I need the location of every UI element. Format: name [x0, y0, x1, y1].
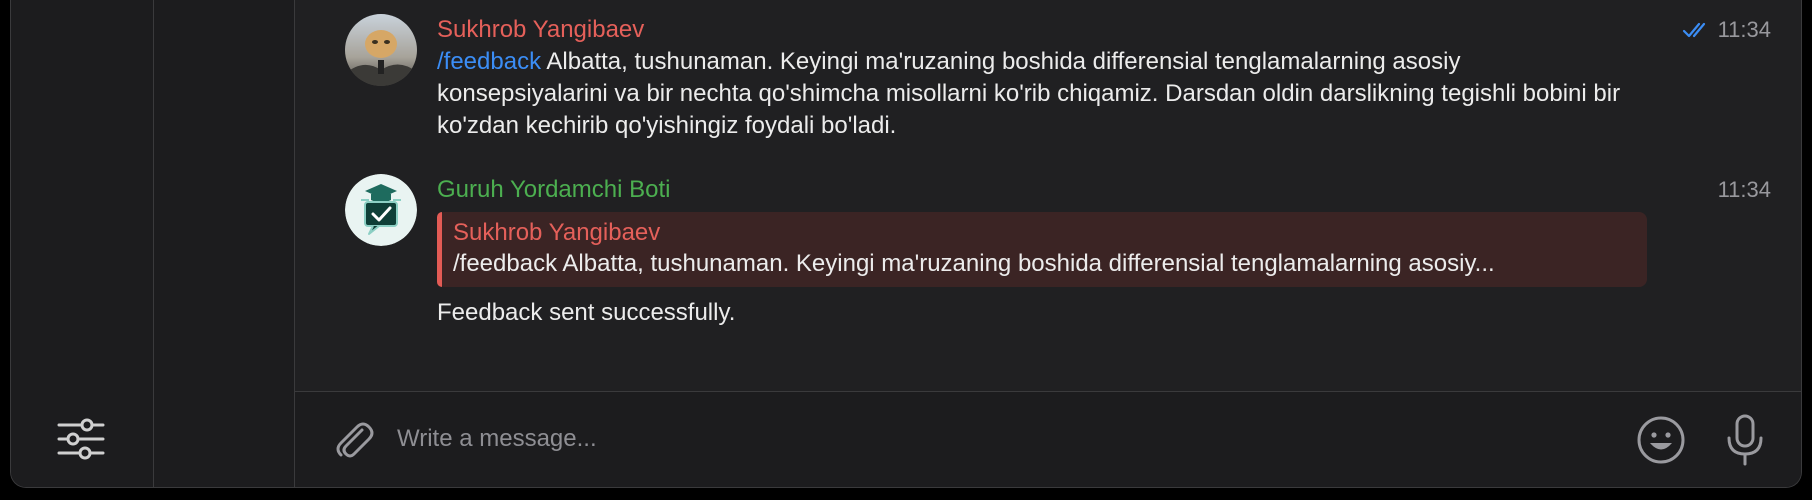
message-meta: 11:34 [1718, 174, 1771, 206]
message-input[interactable] [395, 414, 1399, 464]
reply-quote[interactable]: Sukhrob Yangibaev /feedback Albatta, tus… [437, 212, 1647, 287]
message-content: Guruh Yordamchi Boti 11:34 Sukhrob Yangi… [437, 174, 1771, 329]
reply-text: /feedback Albatta, tushunaman. Keyingi m… [453, 250, 1495, 277]
message-meta: 11:34 [1682, 14, 1771, 46]
message-time: 11:34 [1717, 17, 1771, 42]
paperclip-icon[interactable] [329, 416, 377, 464]
bot-avatar[interactable] [345, 174, 417, 246]
user-photo-icon [345, 14, 417, 86]
message-body: Feedback sent successfully. [437, 299, 736, 326]
sender-name[interactable]: Sukhrob Yangibaev [437, 14, 1771, 46]
microphone-icon[interactable] [1721, 412, 1769, 468]
filter-sliders-icon[interactable] [55, 413, 107, 465]
message-time: 11:34 [1717, 177, 1771, 202]
reply-sender-name: Sukhrob Yangibaev [453, 219, 661, 246]
avatar[interactable] [345, 14, 417, 86]
message-text: /feedback Albatta, tushunaman. Keyingi m… [437, 46, 1627, 142]
message-body: Albatta, tushunaman. Keyingi ma'ruzaning… [437, 48, 1621, 139]
message-content: Sukhrob Yangibaev 11:34 /feedback Albatt… [437, 14, 1771, 142]
left-rail [11, 0, 154, 487]
sender-name[interactable]: Guruh Yordamchi Boti [437, 174, 1771, 206]
chat-list-panel [154, 0, 295, 487]
message-area: Sukhrob Yangibaev 11:34 /feedback Albatt… [295, 0, 1801, 391]
app-window: Sukhrob Yangibaev 11:34 /feedback Albatt… [10, 0, 1802, 488]
message-composer [295, 391, 1801, 487]
emoji-icon[interactable] [1635, 414, 1687, 466]
bot-command-link[interactable]: /feedback [437, 48, 541, 75]
message-item: Guruh Yordamchi Boti 11:34 Sukhrob Yangi… [345, 174, 1771, 334]
double-check-icon [1682, 22, 1705, 38]
bot-graduation-icon [345, 174, 417, 246]
message-item: Sukhrob Yangibaev 11:34 /feedback Albatt… [345, 14, 1771, 154]
